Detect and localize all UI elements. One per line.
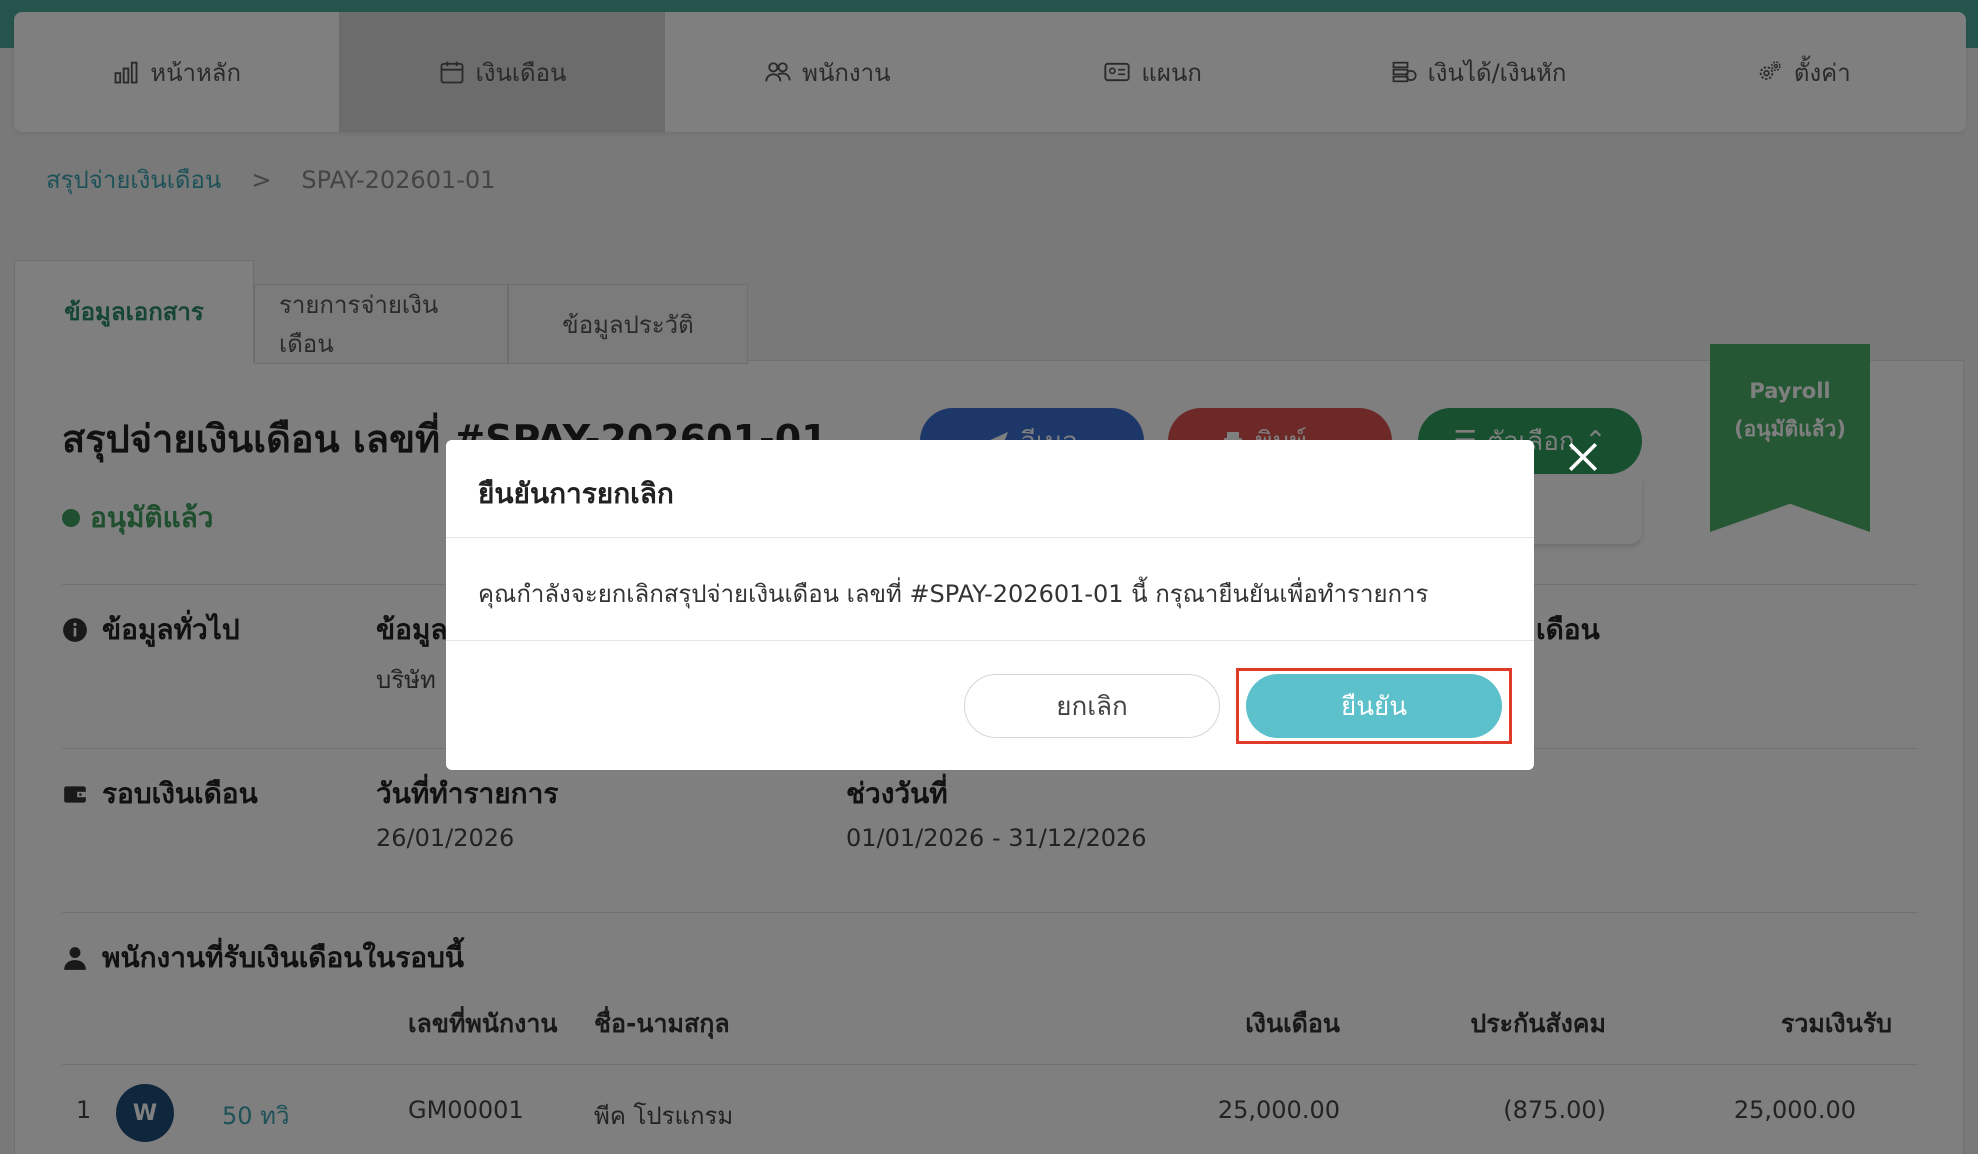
modal-message: คุณกำลังจะยกเลิกสรุปจ่ายเงินเดือน เลขที่… (478, 580, 1429, 608)
close-icon[interactable] (1566, 440, 1600, 474)
modal-title: ยืนยันการยกเลิก (478, 477, 674, 510)
cancel-button[interactable]: ยกเลิก (964, 674, 1220, 738)
confirm-cancel-dialog: ยืนยันการยกเลิก คุณกำลังจะยกเลิกสรุปจ่าย… (446, 440, 1534, 770)
modal-header: ยืนยันการยกเลิก (446, 440, 1534, 538)
confirm-button[interactable]: ยืนยัน (1246, 674, 1502, 738)
modal-footer-divider (446, 640, 1534, 641)
